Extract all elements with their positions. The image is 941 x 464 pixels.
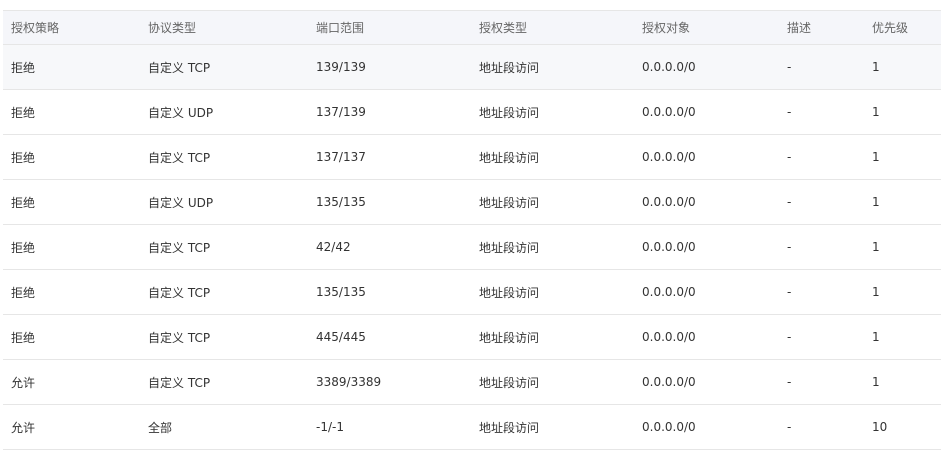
cell-policy: 拒绝	[3, 134, 140, 180]
security-group-rules-table-container: 授权策略 协议类型 端口范围 授权类型 授权对象 描述 优先级 拒绝 自定义 T…	[3, 10, 941, 450]
column-header-protocol: 协议类型	[140, 10, 308, 45]
cell-policy: 允许	[3, 359, 140, 405]
cell-priority: 1	[864, 44, 941, 90]
cell-port-range: 135/135	[308, 269, 471, 315]
table-row[interactable]: 拒绝 自定义 TCP 42/42 地址段访问 0.0.0.0/0 - 1	[3, 224, 941, 270]
cell-description: -	[779, 404, 864, 450]
column-header-priority: 优先级	[864, 10, 941, 45]
cell-auth-object: 0.0.0.0/0	[634, 359, 779, 405]
cell-priority: 1	[864, 179, 941, 225]
cell-auth-type: 地址段访问	[471, 269, 634, 315]
cell-port-range: 137/137	[308, 134, 471, 180]
cell-protocol: 自定义 UDP	[140, 89, 308, 135]
cell-auth-type: 地址段访问	[471, 314, 634, 360]
cell-description: -	[779, 359, 864, 405]
cell-policy: 拒绝	[3, 89, 140, 135]
cell-policy: 拒绝	[3, 224, 140, 270]
table-row[interactable]: 拒绝 自定义 TCP 445/445 地址段访问 0.0.0.0/0 - 1	[3, 314, 941, 360]
cell-policy: 拒绝	[3, 269, 140, 315]
table-body: 拒绝 自定义 TCP 139/139 地址段访问 0.0.0.0/0 - 1 拒…	[3, 44, 941, 450]
cell-auth-object: 0.0.0.0/0	[634, 269, 779, 315]
cell-description: -	[779, 314, 864, 360]
table-header-row: 授权策略 协议类型 端口范围 授权类型 授权对象 描述 优先级	[3, 10, 941, 45]
column-header-description: 描述	[779, 10, 864, 45]
table-row[interactable]: 拒绝 自定义 TCP 137/137 地址段访问 0.0.0.0/0 - 1	[3, 134, 941, 180]
cell-protocol: 自定义 UDP	[140, 179, 308, 225]
cell-priority: 10	[864, 404, 941, 450]
cell-protocol: 自定义 TCP	[140, 224, 308, 270]
cell-priority: 1	[864, 224, 941, 270]
cell-protocol: 自定义 TCP	[140, 44, 308, 90]
cell-port-range: -1/-1	[308, 404, 471, 450]
cell-priority: 1	[864, 134, 941, 180]
cell-auth-type: 地址段访问	[471, 404, 634, 450]
cell-auth-type: 地址段访问	[471, 44, 634, 90]
cell-description: -	[779, 44, 864, 90]
cell-description: -	[779, 134, 864, 180]
table-row[interactable]: 允许 全部 -1/-1 地址段访问 0.0.0.0/0 - 10	[3, 404, 941, 450]
cell-auth-object: 0.0.0.0/0	[634, 179, 779, 225]
cell-auth-object: 0.0.0.0/0	[634, 89, 779, 135]
cell-protocol: 自定义 TCP	[140, 269, 308, 315]
cell-port-range: 137/139	[308, 89, 471, 135]
cell-description: -	[779, 89, 864, 135]
cell-protocol: 自定义 TCP	[140, 314, 308, 360]
table-row[interactable]: 拒绝 自定义 UDP 137/139 地址段访问 0.0.0.0/0 - 1	[3, 89, 941, 135]
column-header-policy: 授权策略	[3, 10, 140, 45]
cell-description: -	[779, 179, 864, 225]
cell-protocol: 自定义 TCP	[140, 359, 308, 405]
cell-auth-object: 0.0.0.0/0	[634, 134, 779, 180]
cell-description: -	[779, 269, 864, 315]
cell-priority: 1	[864, 89, 941, 135]
cell-auth-type: 地址段访问	[471, 89, 634, 135]
cell-auth-object: 0.0.0.0/0	[634, 404, 779, 450]
table-header: 授权策略 协议类型 端口范围 授权类型 授权对象 描述 优先级	[3, 10, 941, 45]
cell-port-range: 3389/3389	[308, 359, 471, 405]
cell-protocol: 自定义 TCP	[140, 134, 308, 180]
cell-auth-type: 地址段访问	[471, 179, 634, 225]
cell-auth-type: 地址段访问	[471, 359, 634, 405]
cell-description: -	[779, 224, 864, 270]
table-row[interactable]: 拒绝 自定义 TCP 139/139 地址段访问 0.0.0.0/0 - 1	[3, 44, 941, 90]
cell-policy: 拒绝	[3, 314, 140, 360]
table-row[interactable]: 拒绝 自定义 UDP 135/135 地址段访问 0.0.0.0/0 - 1	[3, 179, 941, 225]
cell-policy: 拒绝	[3, 44, 140, 90]
cell-auth-object: 0.0.0.0/0	[634, 224, 779, 270]
cell-protocol: 全部	[140, 404, 308, 450]
cell-auth-object: 0.0.0.0/0	[634, 44, 779, 90]
cell-auth-type: 地址段访问	[471, 224, 634, 270]
cell-priority: 1	[864, 269, 941, 315]
table-row[interactable]: 允许 自定义 TCP 3389/3389 地址段访问 0.0.0.0/0 - 1	[3, 359, 941, 405]
cell-auth-object: 0.0.0.0/0	[634, 314, 779, 360]
security-group-rules-table: 授权策略 协议类型 端口范围 授权类型 授权对象 描述 优先级 拒绝 自定义 T…	[3, 10, 941, 450]
cell-policy: 拒绝	[3, 179, 140, 225]
cell-port-range: 445/445	[308, 314, 471, 360]
table-row[interactable]: 拒绝 自定义 TCP 135/135 地址段访问 0.0.0.0/0 - 1	[3, 269, 941, 315]
cell-priority: 1	[864, 314, 941, 360]
cell-port-range: 135/135	[308, 179, 471, 225]
cell-port-range: 139/139	[308, 44, 471, 90]
column-header-port-range: 端口范围	[308, 10, 471, 45]
cell-policy: 允许	[3, 404, 140, 450]
cell-port-range: 42/42	[308, 224, 471, 270]
column-header-auth-type: 授权类型	[471, 10, 634, 45]
column-header-auth-object: 授权对象	[634, 10, 779, 45]
cell-priority: 1	[864, 359, 941, 405]
cell-auth-type: 地址段访问	[471, 134, 634, 180]
